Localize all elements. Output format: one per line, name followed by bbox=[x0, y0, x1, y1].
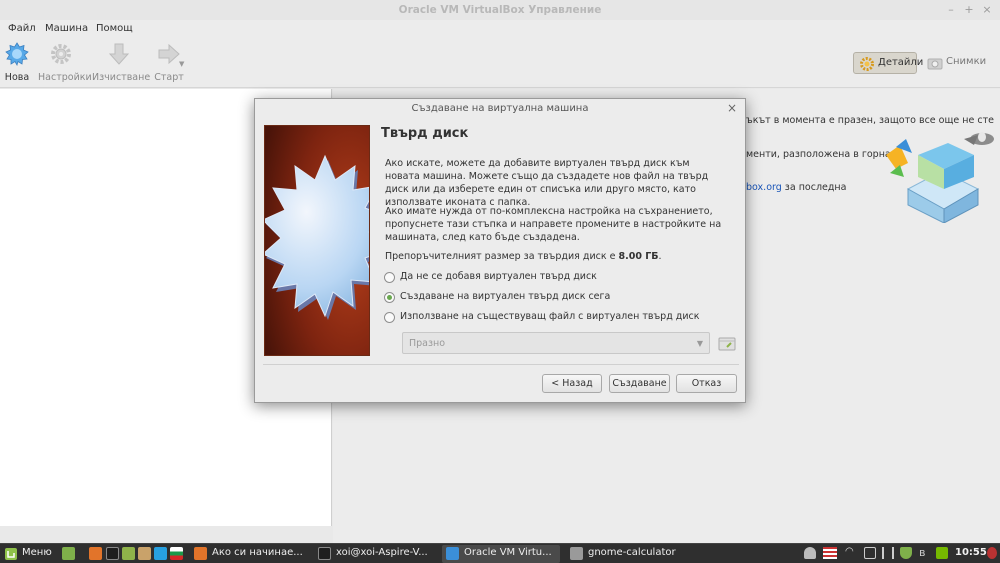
menu-file[interactable]: Файл bbox=[8, 23, 36, 34]
gear-icon bbox=[860, 57, 874, 71]
recommended-size-text: Препоръчителният размер за твърдия диск … bbox=[385, 250, 725, 263]
create-button[interactable]: Създаване bbox=[609, 374, 670, 393]
create-vm-dialog: Създаване на виртуална машина × Твърд ди… bbox=[254, 98, 746, 403]
minimize-button[interactable]: – bbox=[944, 3, 958, 16]
bluetooth-icon[interactable]: ʙ bbox=[919, 547, 931, 559]
existing-disk-select-value: Празно bbox=[409, 338, 446, 349]
volume-icon[interactable] bbox=[882, 547, 894, 559]
new-vm-icon bbox=[5, 42, 29, 67]
recommended-prefix: Препоръчителният размер за твърдия диск … bbox=[385, 251, 619, 262]
menubar: Файл Машина Помощ bbox=[0, 20, 1000, 38]
terminal-icon bbox=[318, 547, 331, 560]
settings-button[interactable]: Настройки bbox=[38, 40, 92, 86]
chevron-down-icon: ▼ bbox=[696, 339, 703, 348]
discard-label: Изчистване bbox=[92, 72, 151, 83]
menu-machine[interactable]: Машина bbox=[45, 23, 88, 34]
radio-existing-disk-label: Използване на съществуващ файл с виртуал… bbox=[400, 311, 700, 322]
taskbar-app-browser[interactable]: Ако си начинае... bbox=[190, 545, 303, 563]
wizard-banner-image bbox=[264, 125, 370, 356]
virtualbox-link[interactable]: box.org bbox=[746, 182, 782, 193]
dialog-title: Създаване на виртуална машина bbox=[411, 103, 589, 114]
radio-indicator[interactable] bbox=[384, 312, 395, 323]
radio-create-disk[interactable]: Създаване на виртуален твърд диск сега bbox=[384, 291, 610, 305]
taskbar-app-virtualbox[interactable]: Oracle VM Virtu... bbox=[442, 545, 560, 563]
keyboard-layout-flag-icon[interactable] bbox=[823, 547, 837, 559]
discard-button[interactable]: Изчистване bbox=[92, 40, 151, 86]
folder-browse-icon[interactable] bbox=[717, 333, 737, 353]
user-icon[interactable] bbox=[804, 547, 816, 559]
maximize-button[interactable]: + bbox=[962, 3, 976, 16]
new-button[interactable]: Нова bbox=[2, 40, 32, 86]
new-label: Нова bbox=[4, 72, 30, 83]
virtualbox-icon bbox=[446, 547, 459, 560]
gear-icon bbox=[51, 44, 71, 64]
taskbar-app-calculator[interactable]: gnome-calculator bbox=[566, 545, 686, 563]
back-button[interactable]: < Назад bbox=[542, 374, 602, 393]
radio-existing-disk[interactable]: Използване на съществуващ файл с виртуал… bbox=[384, 311, 700, 325]
firefox-icon[interactable] bbox=[89, 547, 102, 560]
taskbar-app-label: xoi@xoi-Aspire-V... bbox=[336, 547, 428, 558]
radio-create-disk-label: Създаване на виртуален твърд диск сега bbox=[400, 291, 611, 302]
window-title: Oracle VM VirtualBox Управление bbox=[398, 4, 602, 16]
show-desktop-icon[interactable] bbox=[62, 547, 75, 560]
radio-no-disk-label: Да не се добавя виртуален твърд диск bbox=[400, 271, 597, 282]
taskbar: Меню Ако си начинае... xoi@xoi-Aspire-V.… bbox=[0, 543, 1000, 563]
clock[interactable]: 10:55 bbox=[955, 547, 987, 558]
existing-disk-select[interactable]: Празно ▼ bbox=[402, 332, 710, 354]
radio-no-disk[interactable]: Да не се добавя виртуален твърд диск bbox=[384, 271, 597, 285]
intro-paragraph: Ако искате, можете да добавите виртуален… bbox=[385, 158, 709, 208]
menu-help[interactable]: Помощ bbox=[96, 23, 133, 34]
archive-icon[interactable] bbox=[138, 547, 151, 560]
power-icon[interactable] bbox=[987, 547, 997, 559]
firefox-icon bbox=[194, 547, 207, 560]
recommended-suffix: . bbox=[658, 251, 662, 262]
radio-indicator[interactable] bbox=[384, 272, 395, 283]
advanced-paragraph: Ако имате нужда от по-комплексна настрой… bbox=[385, 206, 722, 243]
taskbar-app-label: Oracle VM Virtu... bbox=[464, 547, 552, 558]
arrow-down-icon bbox=[108, 43, 130, 65]
details-toggle[interactable]: Детайли bbox=[853, 52, 923, 74]
welcome-text-line3-rest: за последна bbox=[781, 182, 847, 193]
snapshots-label: Снимки bbox=[946, 56, 987, 67]
wifi-icon[interactable]: ◠ bbox=[845, 547, 857, 559]
language-flag-icon[interactable] bbox=[170, 547, 183, 560]
details-label: Детайли bbox=[878, 57, 924, 68]
cancel-button[interactable]: Отказ bbox=[676, 374, 737, 393]
dialog-close-button[interactable]: × bbox=[727, 101, 737, 115]
start-label: Старт bbox=[154, 72, 184, 83]
taskbar-app-label: gnome-calculator bbox=[588, 547, 676, 558]
nvidia-icon[interactable] bbox=[936, 547, 948, 559]
calculator-icon bbox=[570, 547, 583, 560]
snapshots-toggle[interactable]: Снимки bbox=[922, 52, 987, 74]
terminal-icon[interactable] bbox=[106, 547, 119, 560]
welcome-text-line3: box.org за последна bbox=[746, 182, 846, 193]
toolbar: Нова Настройки Изчистване Старт ▼ bbox=[0, 38, 1000, 88]
skype-icon[interactable] bbox=[154, 547, 167, 560]
window-titlebar: Oracle VM VirtualBox Управление – + × bbox=[0, 0, 1000, 20]
menu-button[interactable]: Меню bbox=[22, 547, 52, 558]
arrow-right-icon bbox=[158, 43, 180, 65]
mint-menu-icon[interactable] bbox=[4, 547, 18, 561]
files-icon[interactable] bbox=[122, 547, 135, 560]
close-window-button[interactable]: × bbox=[980, 3, 994, 16]
button-separator bbox=[263, 364, 739, 365]
update-shield-icon[interactable] bbox=[900, 547, 912, 559]
virtualbox-logo bbox=[886, 132, 994, 223]
camera-icon bbox=[927, 58, 943, 70]
battery-icon[interactable] bbox=[864, 547, 876, 559]
start-dropdown-icon[interactable]: ▼ bbox=[179, 60, 184, 68]
page-heading: Твърд диск bbox=[381, 126, 469, 141]
settings-label: Настройки bbox=[38, 72, 92, 83]
taskbar-app-label: Ако си начинае... bbox=[212, 547, 303, 558]
taskbar-app-terminal[interactable]: xoi@xoi-Aspire-V... bbox=[314, 545, 436, 563]
recommended-size-value: 8.00 ГБ bbox=[618, 251, 659, 262]
radio-indicator-selected[interactable] bbox=[384, 292, 395, 303]
